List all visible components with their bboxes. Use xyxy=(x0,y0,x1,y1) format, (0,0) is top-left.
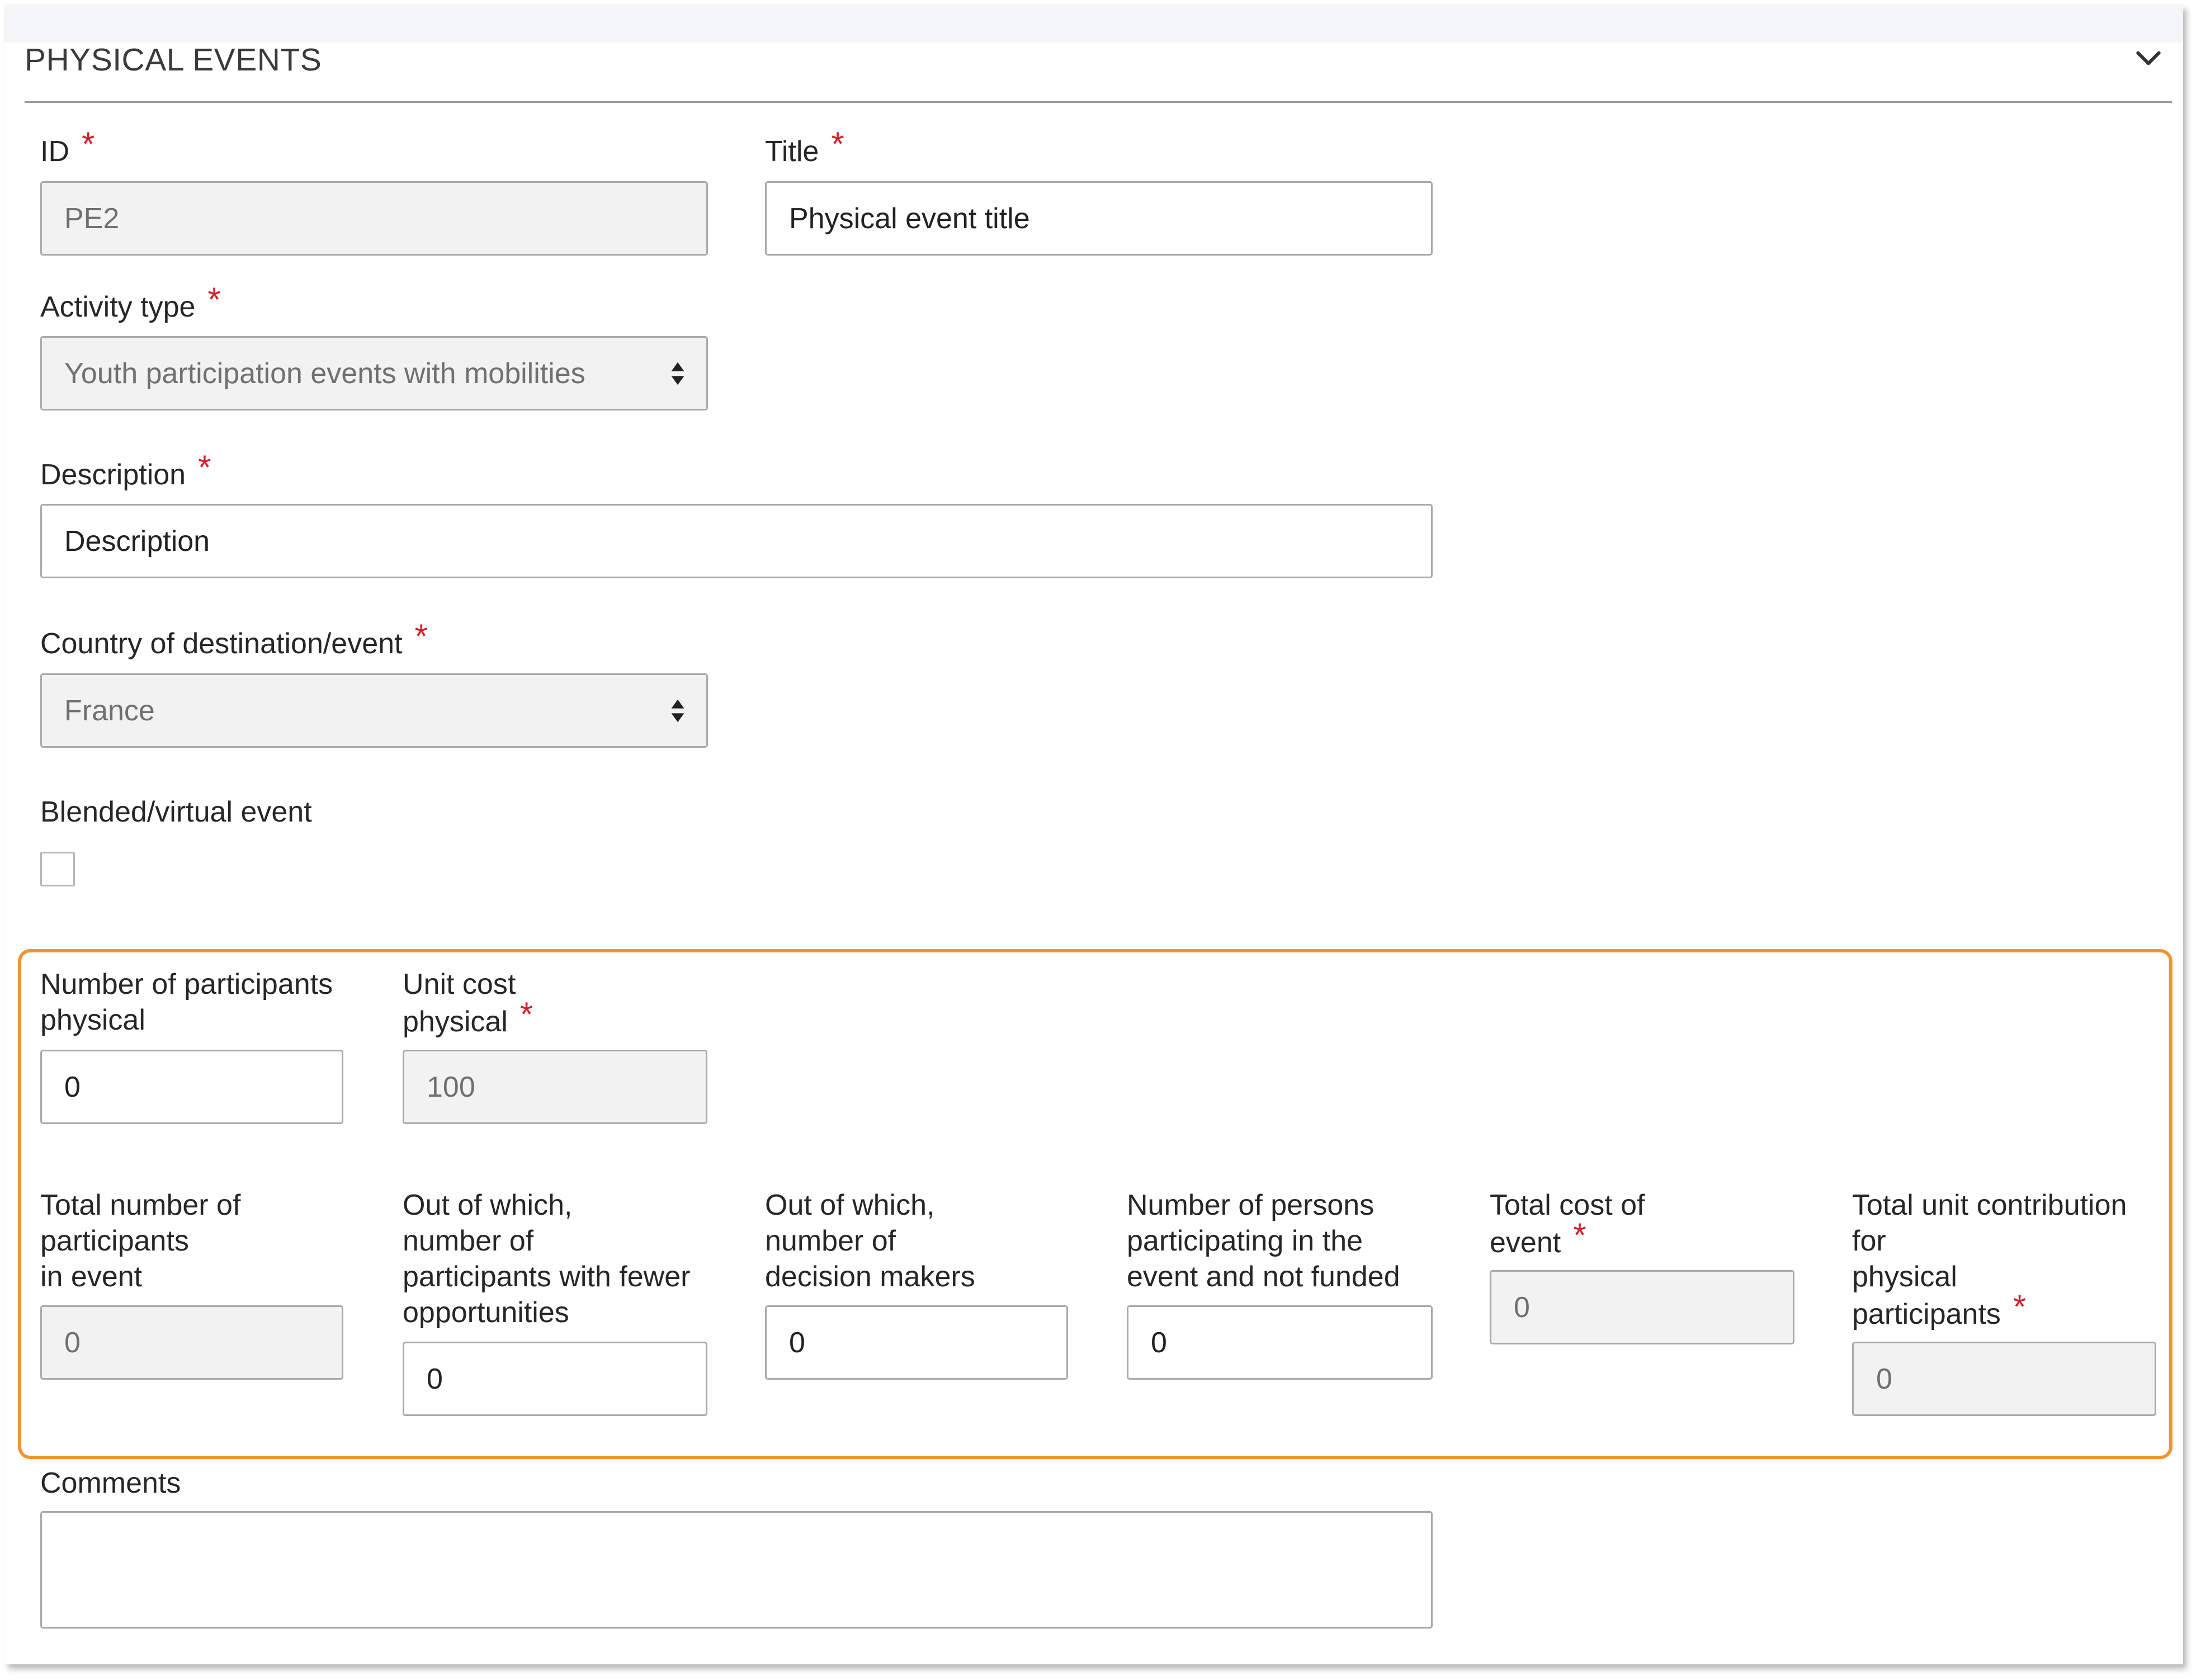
comments-label-text: Comments xyxy=(40,1467,181,1499)
total-contribution-field: 0 xyxy=(1852,1342,2156,1416)
not-funded-value: 0 xyxy=(1151,1326,1167,1359)
required-marker: * xyxy=(2013,1288,2027,1325)
required-marker: * xyxy=(82,125,95,163)
label-line: Total unit contribution xyxy=(1852,1189,2127,1221)
activity-type-label-text: Activity type xyxy=(40,291,196,323)
section-title: PHYSICAL EVENTS xyxy=(25,42,322,78)
country-label-text: Country of destination/event xyxy=(40,627,403,660)
fewer-opportunities-value: 0 xyxy=(427,1362,443,1395)
label-line: number of xyxy=(403,1225,534,1257)
comments-textarea[interactable] xyxy=(40,1511,1433,1629)
decision-makers-label: Out of which, number of decision makers xyxy=(765,1187,975,1295)
total-cost-field: 0 xyxy=(1490,1270,1794,1344)
participants-physical-input[interactable]: 0 xyxy=(40,1050,343,1124)
label-line: physical xyxy=(40,1004,145,1036)
unit-cost-value: 100 xyxy=(427,1070,475,1103)
not-funded-label: Number of persons participating in the e… xyxy=(1127,1187,1400,1295)
select-arrows-icon xyxy=(671,699,684,722)
id-field: PE2 xyxy=(40,181,708,256)
required-marker: * xyxy=(1573,1216,1586,1254)
decision-makers-value: 0 xyxy=(789,1326,805,1359)
id-value: PE2 xyxy=(64,202,120,235)
participants-physical-label: Number of participants physical xyxy=(40,966,333,1038)
activity-type-label: Activity type * xyxy=(40,282,221,325)
label-line: event xyxy=(1490,1226,1561,1259)
total-contribution-label: Total unit contribution for physical par… xyxy=(1852,1187,2127,1332)
label-line: event and not funded xyxy=(1127,1261,1400,1293)
total-participants-label: Total number of participants in event xyxy=(40,1187,240,1295)
id-label: ID * xyxy=(40,126,95,169)
not-funded-input[interactable]: 0 xyxy=(1127,1305,1433,1380)
participants-physical-value: 0 xyxy=(64,1070,81,1103)
required-marker: * xyxy=(198,449,211,486)
activity-type-value: Youth participation events with mobiliti… xyxy=(64,357,585,390)
description-label-text: Description xyxy=(40,459,186,491)
blended-checkbox[interactable] xyxy=(40,852,75,886)
unit-cost-label: Unit cost physical * xyxy=(403,966,533,1040)
label-line: in event xyxy=(40,1261,143,1293)
label-line: Number of participants xyxy=(40,968,333,1001)
label-line: opportunities xyxy=(403,1296,569,1329)
page: PHYSICAL EVENTS ID * PE2 Title * Physical … xyxy=(0,0,2201,1680)
section-header[interactable]: PHYSICAL EVENTS xyxy=(25,36,2172,103)
title-input[interactable]: Physical event title xyxy=(765,181,1433,256)
comments-label: Comments xyxy=(40,1465,181,1501)
required-marker: * xyxy=(519,995,533,1033)
label-line: number of xyxy=(765,1225,896,1257)
required-marker: * xyxy=(414,617,428,655)
total-participants-value: 0 xyxy=(64,1326,81,1359)
blended-label-text: Blended/virtual event xyxy=(40,796,312,828)
activity-type-select[interactable]: Youth participation events with mobiliti… xyxy=(40,336,708,410)
chevron-down-icon[interactable] xyxy=(2133,43,2164,74)
total-contribution-value: 0 xyxy=(1876,1362,1892,1395)
required-marker: * xyxy=(207,281,221,318)
unit-cost-field: 100 xyxy=(403,1050,707,1124)
label-line: participants with fewer xyxy=(403,1261,691,1293)
country-select[interactable]: France xyxy=(40,673,708,748)
id-label-text: ID xyxy=(40,135,69,168)
country-label: Country of destination/event * xyxy=(40,619,428,662)
description-input[interactable]: Description xyxy=(40,504,1433,578)
description-label: Description * xyxy=(40,450,211,493)
label-line: participants xyxy=(1852,1298,2001,1330)
title-label: Title * xyxy=(765,126,844,169)
label-line: Number of persons xyxy=(1127,1189,1375,1221)
label-line: decision makers xyxy=(765,1261,975,1293)
decision-makers-input[interactable]: 0 xyxy=(765,1305,1068,1380)
label-line: Out of which, xyxy=(765,1189,935,1221)
label-line: participating in the xyxy=(1127,1225,1363,1257)
blended-label: Blended/virtual event xyxy=(40,794,312,830)
select-arrows-icon xyxy=(671,362,684,385)
label-line: Out of which, xyxy=(403,1189,573,1221)
country-value: France xyxy=(64,694,155,727)
label-line: participants xyxy=(40,1225,189,1257)
label-line: Total cost of xyxy=(1490,1189,1645,1221)
title-value: Physical event title xyxy=(789,202,1030,235)
required-marker: * xyxy=(831,125,844,163)
label-line: for xyxy=(1852,1225,1886,1257)
title-label-text: Title xyxy=(765,135,819,168)
total-participants-field: 0 xyxy=(40,1305,343,1380)
label-line: Total number of xyxy=(40,1189,241,1221)
label-line: Unit cost xyxy=(403,968,516,1001)
fewer-opportunities-input[interactable]: 0 xyxy=(403,1342,707,1416)
label-line: physical xyxy=(1852,1261,1957,1293)
participants-highlight xyxy=(18,949,2172,1459)
total-cost-value: 0 xyxy=(1514,1291,1530,1324)
label-line: physical xyxy=(403,1006,508,1038)
fewer-opportunities-label: Out of which, number of participants wit… xyxy=(403,1187,690,1330)
total-cost-label: Total cost of event * xyxy=(1490,1187,1645,1261)
description-value: Description xyxy=(64,525,210,558)
